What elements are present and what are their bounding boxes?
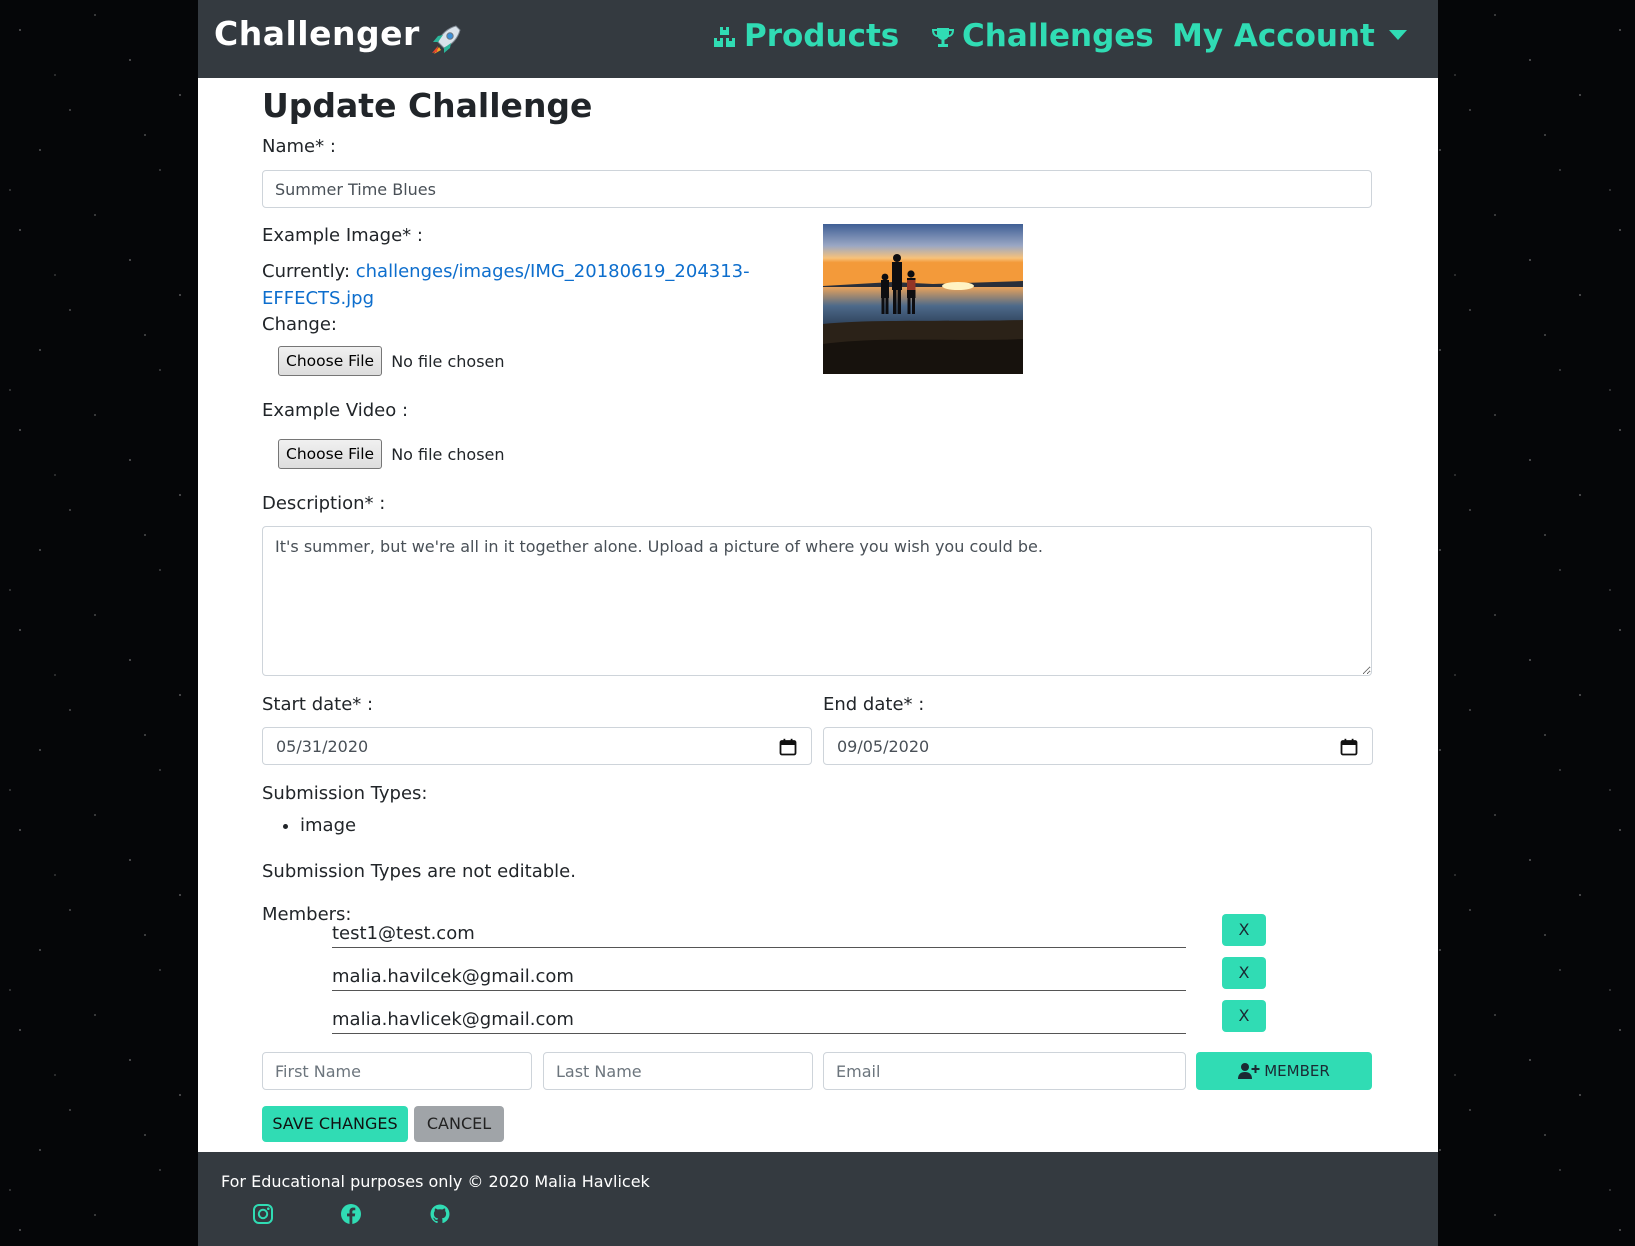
- change-label: Change:: [262, 314, 337, 335]
- end-date-input[interactable]: 09/05/2020: [823, 727, 1373, 765]
- start-date-value: 05/31/2020: [276, 737, 369, 756]
- rocket-icon: [432, 25, 461, 54]
- footer-text: For Educational purposes only © 2020 Mal…: [221, 1172, 650, 1191]
- submission-types-note: Submission Types are not editable.: [262, 861, 576, 882]
- description-label: Description* :: [262, 493, 386, 514]
- example-image-label: Example Image* :: [262, 225, 423, 246]
- nav-products-label: Products: [744, 18, 900, 54]
- remove-member-button[interactable]: X: [1222, 1000, 1266, 1032]
- user-plus-icon: [1238, 1063, 1260, 1079]
- brand-logo[interactable]: Challenger: [214, 14, 420, 53]
- save-changes-button[interactable]: SAVE CHANGES: [262, 1106, 408, 1142]
- instagram-icon[interactable]: [252, 1203, 274, 1225]
- remove-member-button[interactable]: X: [1222, 957, 1266, 989]
- nav-products-link[interactable]: Products: [712, 18, 899, 54]
- nav-account-dropdown[interactable]: My Account: [1172, 18, 1407, 54]
- github-icon[interactable]: [429, 1203, 451, 1225]
- boxes-icon: [714, 27, 735, 47]
- navbar: Challenger Products Challenges My Accoun…: [198, 0, 1438, 78]
- facebook-icon[interactable]: [340, 1203, 362, 1225]
- footer: For Educational purposes only © 2020 Mal…: [198, 1152, 1438, 1246]
- page-title: Update Challenge: [262, 86, 593, 125]
- trophy-icon: [931, 28, 955, 47]
- currently-label: Currently:: [262, 261, 351, 282]
- first-name-input[interactable]: [262, 1052, 532, 1090]
- video-file-input: Choose File No file chosen: [278, 439, 505, 469]
- image-file-status: No file chosen: [391, 351, 505, 371]
- calendar-icon[interactable]: [1340, 738, 1358, 756]
- add-member-button[interactable]: MEMBER: [1196, 1052, 1372, 1090]
- description-textarea[interactable]: It's summer, but we're all in it togethe…: [262, 526, 1372, 676]
- member-email: test1@test.com: [332, 922, 1186, 948]
- member-email: malia.havilcek@gmail.com: [332, 965, 1186, 991]
- nav-challenges-label: Challenges: [962, 18, 1154, 54]
- example-image-thumbnail: [823, 224, 1023, 374]
- calendar-icon[interactable]: [779, 738, 797, 756]
- page-container: Challenger Products Challenges My Accoun…: [198, 0, 1438, 1246]
- end-date-label: End date* :: [823, 694, 925, 715]
- end-date-value: 09/05/2020: [837, 737, 930, 756]
- example-video-label: Example Video :: [262, 400, 409, 421]
- list-item: image: [300, 815, 356, 836]
- caret-down-icon: [1388, 30, 1407, 40]
- email-input[interactable]: [823, 1052, 1186, 1090]
- remove-member-button[interactable]: X: [1222, 914, 1266, 946]
- submission-types-list: image: [262, 815, 356, 836]
- name-input[interactable]: [262, 170, 1372, 208]
- last-name-input[interactable]: [543, 1052, 813, 1090]
- video-choose-file-button[interactable]: Choose File: [278, 439, 383, 469]
- submission-types-label: Submission Types:: [262, 783, 428, 804]
- image-choose-file-button[interactable]: Choose File: [278, 346, 383, 376]
- start-date-label: Start date* :: [262, 694, 374, 715]
- image-file-input: Choose File No file chosen: [278, 346, 505, 376]
- nav-challenges-link[interactable]: Challenges: [930, 18, 1154, 54]
- name-label: Name* :: [262, 136, 336, 157]
- current-image-info: Currently: challenges/images/IMG_2018061…: [262, 258, 762, 312]
- video-file-status: No file chosen: [391, 444, 505, 464]
- nav-account-label: My Account: [1172, 18, 1375, 54]
- cancel-button[interactable]: CANCEL: [414, 1106, 504, 1142]
- start-date-input[interactable]: 05/31/2020: [262, 727, 812, 765]
- add-member-label: MEMBER: [1264, 1062, 1330, 1080]
- member-email: malia.havlicek@gmail.com: [332, 1008, 1186, 1034]
